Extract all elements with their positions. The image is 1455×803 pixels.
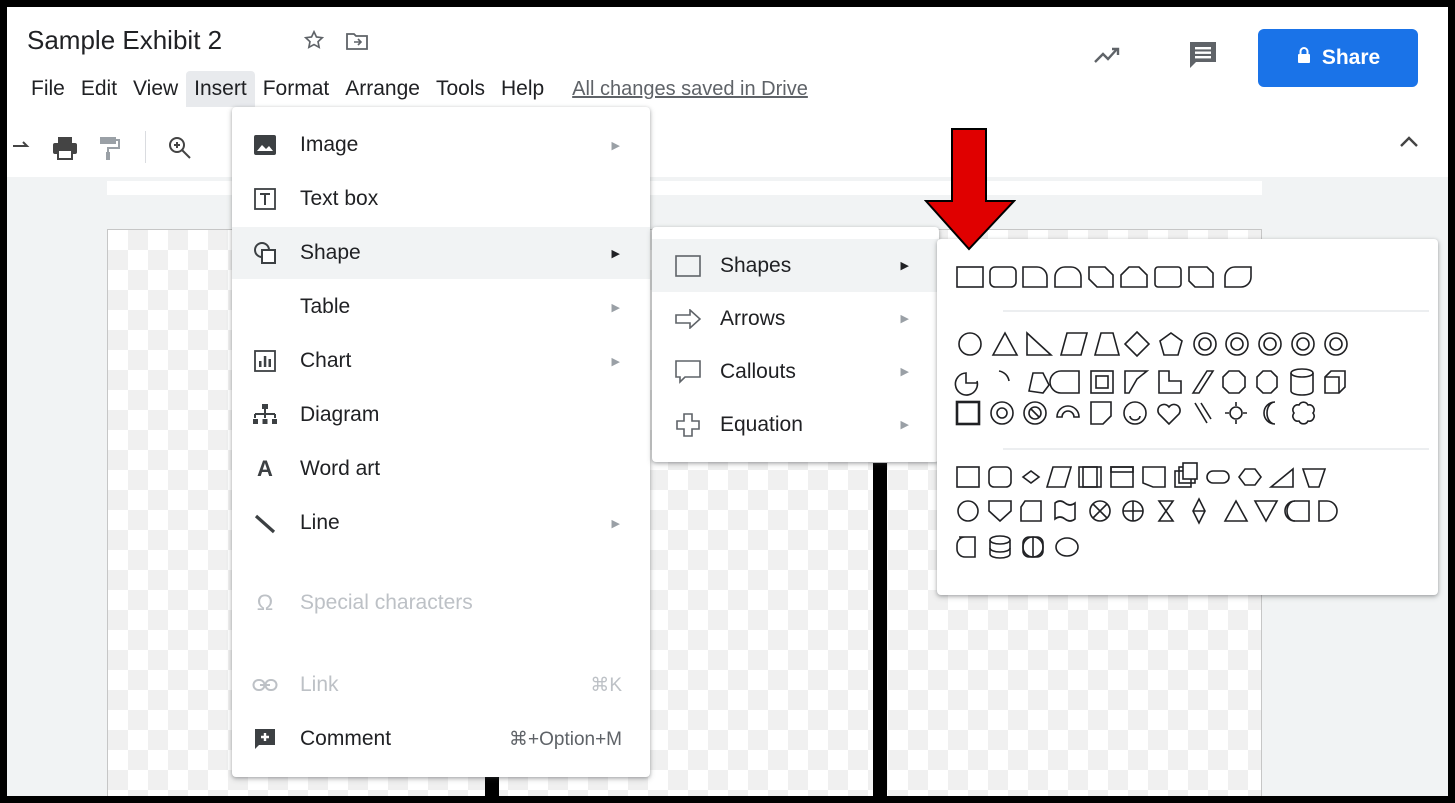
activity-dashboard-icon[interactable] <box>1093 45 1123 70</box>
shape-submenu: Shapes ▶ Arrows ▶ Callouts ▶ Equation ▶ <box>652 227 939 462</box>
paint-format-icon[interactable] <box>97 135 121 166</box>
menu-arrange[interactable]: Arrange <box>337 71 428 107</box>
chevron-up-icon[interactable] <box>1398 135 1420 154</box>
submenu-arrow-icon: ▶ <box>900 260 909 272</box>
shapes-palette <box>937 239 1438 595</box>
drawn-line[interactable] <box>873 463 887 796</box>
save-status-link[interactable]: All changes saved in Drive <box>572 78 808 101</box>
submenu-arrow-icon: ▶ <box>611 355 620 368</box>
menu-insert[interactable]: Insert <box>186 71 255 107</box>
menu-item-special-characters[interactable]: Ω Special characters <box>232 577 650 629</box>
menu-item-shape[interactable]: Shape ▶ <box>232 227 650 279</box>
menu-edit[interactable]: Edit <box>73 71 125 107</box>
image-icon <box>252 132 278 158</box>
line-icon <box>252 510 278 536</box>
zoom-icon[interactable] <box>167 135 193 166</box>
shapes-palette-grid[interactable] <box>937 239 1438 595</box>
submenu-item-callouts[interactable]: Callouts ▶ <box>652 345 939 398</box>
word-art-icon: A <box>257 456 273 481</box>
text-box-icon <box>252 186 278 212</box>
submenu-arrow-icon: ▶ <box>611 247 620 260</box>
submenu-arrow-icon: ▶ <box>900 419 909 431</box>
plus-shape-icon <box>674 411 702 439</box>
menu-item-word-art[interactable]: A Word art <box>232 443 650 495</box>
toolbar-divider <box>145 131 146 163</box>
shape-icon <box>252 240 278 266</box>
submenu-arrow-icon: ▶ <box>611 139 620 152</box>
menu-view[interactable]: View <box>125 71 186 107</box>
diagram-icon <box>252 402 278 428</box>
submenu-arrow-icon: ▶ <box>611 517 620 530</box>
callout-icon <box>674 358 702 386</box>
link-icon <box>252 672 278 698</box>
menu-item-image[interactable]: Image ▶ <box>232 119 650 171</box>
menu-item-diagram[interactable]: Diagram <box>232 389 650 441</box>
menu-item-table[interactable]: Table ▶ <box>232 281 650 333</box>
menu-item-line[interactable]: Line ▶ <box>232 497 650 549</box>
comments-icon[interactable] <box>1187 39 1219 76</box>
menu-item-chart[interactable]: Chart ▶ <box>232 335 650 387</box>
ruler <box>7 177 1448 199</box>
submenu-item-equation[interactable]: Equation ▶ <box>652 398 939 451</box>
menu-help[interactable]: Help <box>493 71 552 107</box>
move-to-folder-icon[interactable] <box>345 31 369 56</box>
submenu-item-arrows[interactable]: Arrows ▶ <box>652 292 939 345</box>
chart-icon <box>252 348 278 374</box>
arrow-shape-icon <box>674 305 702 333</box>
submenu-arrow-icon: ▶ <box>900 313 909 325</box>
lock-icon <box>1296 46 1312 70</box>
red-down-arrow-annotation <box>923 127 1017 256</box>
toolbar <box>7 117 1448 177</box>
insert-menu: Image ▶ Text box Shape ▶ Table ▶ Chart ▶… <box>232 107 650 777</box>
menu-format[interactable]: Format <box>255 71 338 107</box>
document-title[interactable]: Sample Exhibit 2 <box>27 25 222 56</box>
menu-tools[interactable]: Tools <box>428 71 493 107</box>
star-icon[interactable] <box>303 29 325 56</box>
add-comment-icon <box>252 726 278 752</box>
menu-item-text-box[interactable]: Text box <box>232 173 650 225</box>
menu-item-link[interactable]: Link ⌘K <box>232 659 650 711</box>
submenu-item-shapes[interactable]: Shapes ▶ <box>652 239 939 292</box>
menu-bar: File Edit View Insert Format Arrange Too… <box>23 71 808 107</box>
share-button[interactable]: Share <box>1258 29 1418 87</box>
submenu-arrow-icon: ▶ <box>900 366 909 378</box>
square-icon <box>674 252 702 280</box>
undo-redo-icon[interactable] <box>11 137 31 160</box>
print-icon[interactable] <box>51 135 79 166</box>
menu-file[interactable]: File <box>23 71 73 107</box>
submenu-arrow-icon: ▶ <box>611 301 620 314</box>
app-window: Sample Exhibit 2 File Edit View Insert F… <box>0 0 1455 803</box>
menu-item-comment[interactable]: Comment ⌘+Option+M <box>232 713 650 765</box>
omega-icon: Ω <box>256 590 274 615</box>
share-label: Share <box>1321 46 1381 69</box>
